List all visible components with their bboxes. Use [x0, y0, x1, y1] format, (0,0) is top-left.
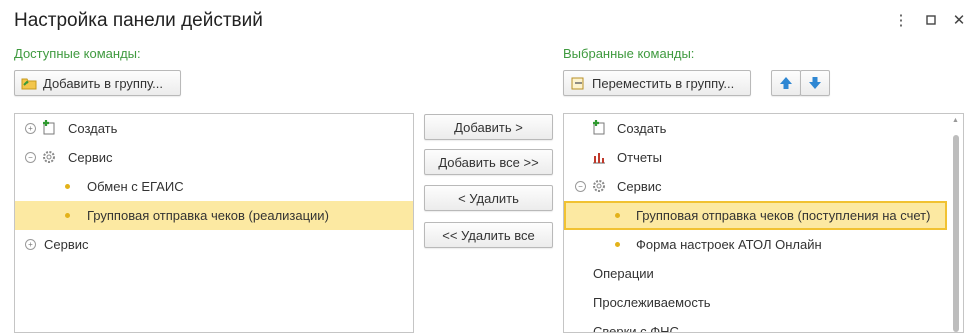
tree-item-group-send-receipts-incoming[interactable]: Групповая отправка чеков (поступления на… [564, 201, 947, 230]
expand-plus-icon[interactable]: + [25, 239, 36, 250]
vertical-scrollbar[interactable]: ▲ [951, 117, 961, 332]
add-button[interactable]: Добавить > [424, 114, 553, 140]
expand-plus-icon[interactable]: + [25, 123, 36, 134]
arrow-up-icon [780, 77, 792, 89]
collapse-minus-icon[interactable]: − [575, 181, 586, 192]
window-title: Настройка панели действий [14, 10, 263, 31]
tree-item-create[interactable]: + Создать [15, 114, 413, 143]
tree-item-reports[interactable]: Отчеты [564, 143, 963, 172]
tree-item-group-send-receipts-sales[interactable]: Групповая отправка чеков (реализации) [15, 201, 413, 230]
scroll-up-icon[interactable]: ▲ [952, 117, 959, 124]
close-icon[interactable]: ✕ [947, 8, 971, 32]
tree-item-atol-settings[interactable]: Форма настроек АТОЛ Онлайн [564, 230, 963, 259]
tree-item-operations[interactable]: Операции [564, 259, 963, 288]
remove-button[interactable]: < Удалить [424, 185, 553, 211]
add-to-group-label: Добавить в группу... [43, 75, 164, 91]
scroll-thumb[interactable] [953, 135, 959, 332]
reports-chart-icon [591, 149, 607, 165]
bullet-dot-icon [65, 213, 70, 218]
tree-item-service[interactable]: − Сервис [564, 172, 963, 201]
maximize-icon[interactable] [919, 8, 943, 32]
more-icon[interactable]: ⋮ [889, 8, 913, 32]
available-commands-tree[interactable]: + Создать − Сервис Обмен с ЕГАИС Группов… [14, 113, 414, 333]
selected-commands-tree[interactable]: Создать Отчеты − Сервис Групповая отправ… [563, 113, 964, 333]
tree-item-traceability[interactable]: Прослеживаемость [564, 288, 963, 317]
move-up-button[interactable] [771, 70, 801, 96]
gear-icon [41, 149, 57, 165]
collapse-minus-icon[interactable]: − [25, 152, 36, 163]
tree-item-service[interactable]: − Сервис [15, 143, 413, 172]
tree-item-service-2[interactable]: + Сервис [15, 230, 413, 259]
arrow-down-icon [809, 77, 821, 89]
add-all-button[interactable]: Добавить все >> [424, 149, 553, 175]
tree-item-create[interactable]: Создать [564, 114, 963, 143]
create-plus-icon [41, 119, 57, 135]
move-down-button[interactable] [800, 70, 830, 96]
tree-item-egais[interactable]: Обмен с ЕГАИС [15, 172, 413, 201]
move-to-group-button[interactable]: Переместить в группу... [563, 70, 751, 96]
bullet-dot-icon [615, 213, 620, 218]
add-to-group-button[interactable]: Добавить в группу... [14, 70, 181, 96]
gear-icon [591, 178, 607, 194]
folder-add-icon [21, 75, 37, 91]
available-commands-label: Доступные команды: [14, 46, 141, 61]
move-to-group-label: Переместить в группу... [592, 75, 735, 91]
create-plus-icon [591, 119, 607, 135]
move-to-group-icon [570, 75, 586, 91]
tree-item-fns-reconciliation[interactable]: Сверки с ФНС [564, 317, 963, 332]
bullet-dot-icon [65, 184, 70, 189]
bullet-dot-icon [615, 242, 620, 247]
remove-all-button[interactable]: << Удалить все [424, 222, 553, 248]
selected-commands-label: Выбранные команды: [563, 46, 695, 61]
